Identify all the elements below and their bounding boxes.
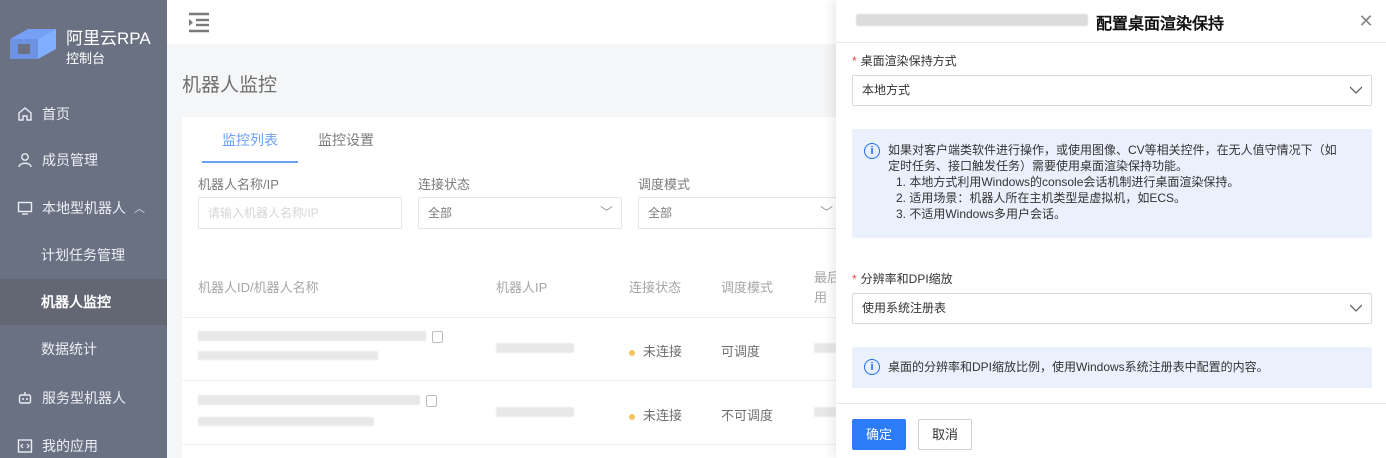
chevron-down-icon bbox=[1350, 86, 1362, 94]
info-text: 桌面的分辨率和DPI缩放比例，使用Windows系统注册表中配置的内容。 bbox=[888, 360, 1269, 374]
resolution-select[interactable]: 使用系统注册表 bbox=[852, 293, 1372, 324]
render-mode-select[interactable]: 本地方式 bbox=[852, 75, 1372, 106]
drawer-footer: 确定 取消 bbox=[836, 403, 1386, 458]
chevron-down-icon bbox=[1350, 304, 1362, 312]
config-drawer: 配置桌面渲染保持 ✕ * 桌面渲染保持方式 本地方式 i 如果对客户端类软件进行操… bbox=[836, 0, 1386, 458]
modal-mask[interactable] bbox=[0, 0, 836, 458]
info-text: 如果对客户端类软件进行操作，或使用图像、CV等相关控件，在无人值守情况下（如 定… bbox=[888, 142, 1344, 222]
render-mode-label: * 桌面渲染保持方式 bbox=[852, 52, 957, 69]
required-mark: * bbox=[852, 272, 857, 286]
cancel-button[interactable]: 取消 bbox=[918, 419, 972, 450]
resolution-value: 使用系统注册表 bbox=[862, 301, 947, 315]
info-line: 3. 不适用Windows多用户会话。 bbox=[896, 207, 1067, 221]
confirm-button[interactable]: 确定 bbox=[852, 419, 906, 450]
info-line: 2. 适用场景：机器人所在主机类型是虚拟机，如ECS。 bbox=[896, 191, 1187, 205]
render-mode-value: 本地方式 bbox=[862, 83, 911, 97]
render-mode-label-text: 桌面渲染保持方式 bbox=[860, 54, 957, 68]
required-mark: * bbox=[852, 54, 857, 68]
redacted-robot-name bbox=[856, 14, 1088, 26]
drawer-title: 配置桌面渲染保持 bbox=[1096, 16, 1225, 33]
render-mode-info: i 如果对客户端类软件进行操作，或使用图像、CV等相关控件，在无人值守情况下（如… bbox=[852, 129, 1372, 238]
info-icon: i bbox=[864, 143, 880, 159]
info-line: 1. 本地方式利用Windows的console会话机制进行桌面渲染保持。 bbox=[896, 175, 1240, 189]
resolution-info: i 桌面的分辨率和DPI缩放比例，使用Windows系统注册表中配置的内容。 bbox=[852, 347, 1372, 388]
close-icon[interactable]: ✕ bbox=[1354, 9, 1378, 33]
info-icon: i bbox=[864, 359, 880, 375]
info-line: 定时任务、接口触发任务）需要使用桌面渲染保持功能。 bbox=[888, 159, 1189, 173]
resolution-label-text: 分辨率和DPI缩放 bbox=[860, 272, 953, 286]
resolution-label: * 分辨率和DPI缩放 bbox=[852, 270, 953, 287]
drawer-header: 配置桌面渲染保持 ✕ bbox=[836, 0, 1386, 43]
info-line: 如果对客户端类软件进行操作，或使用图像、CV等相关控件，在无人值守情况下（如 bbox=[888, 143, 1337, 157]
